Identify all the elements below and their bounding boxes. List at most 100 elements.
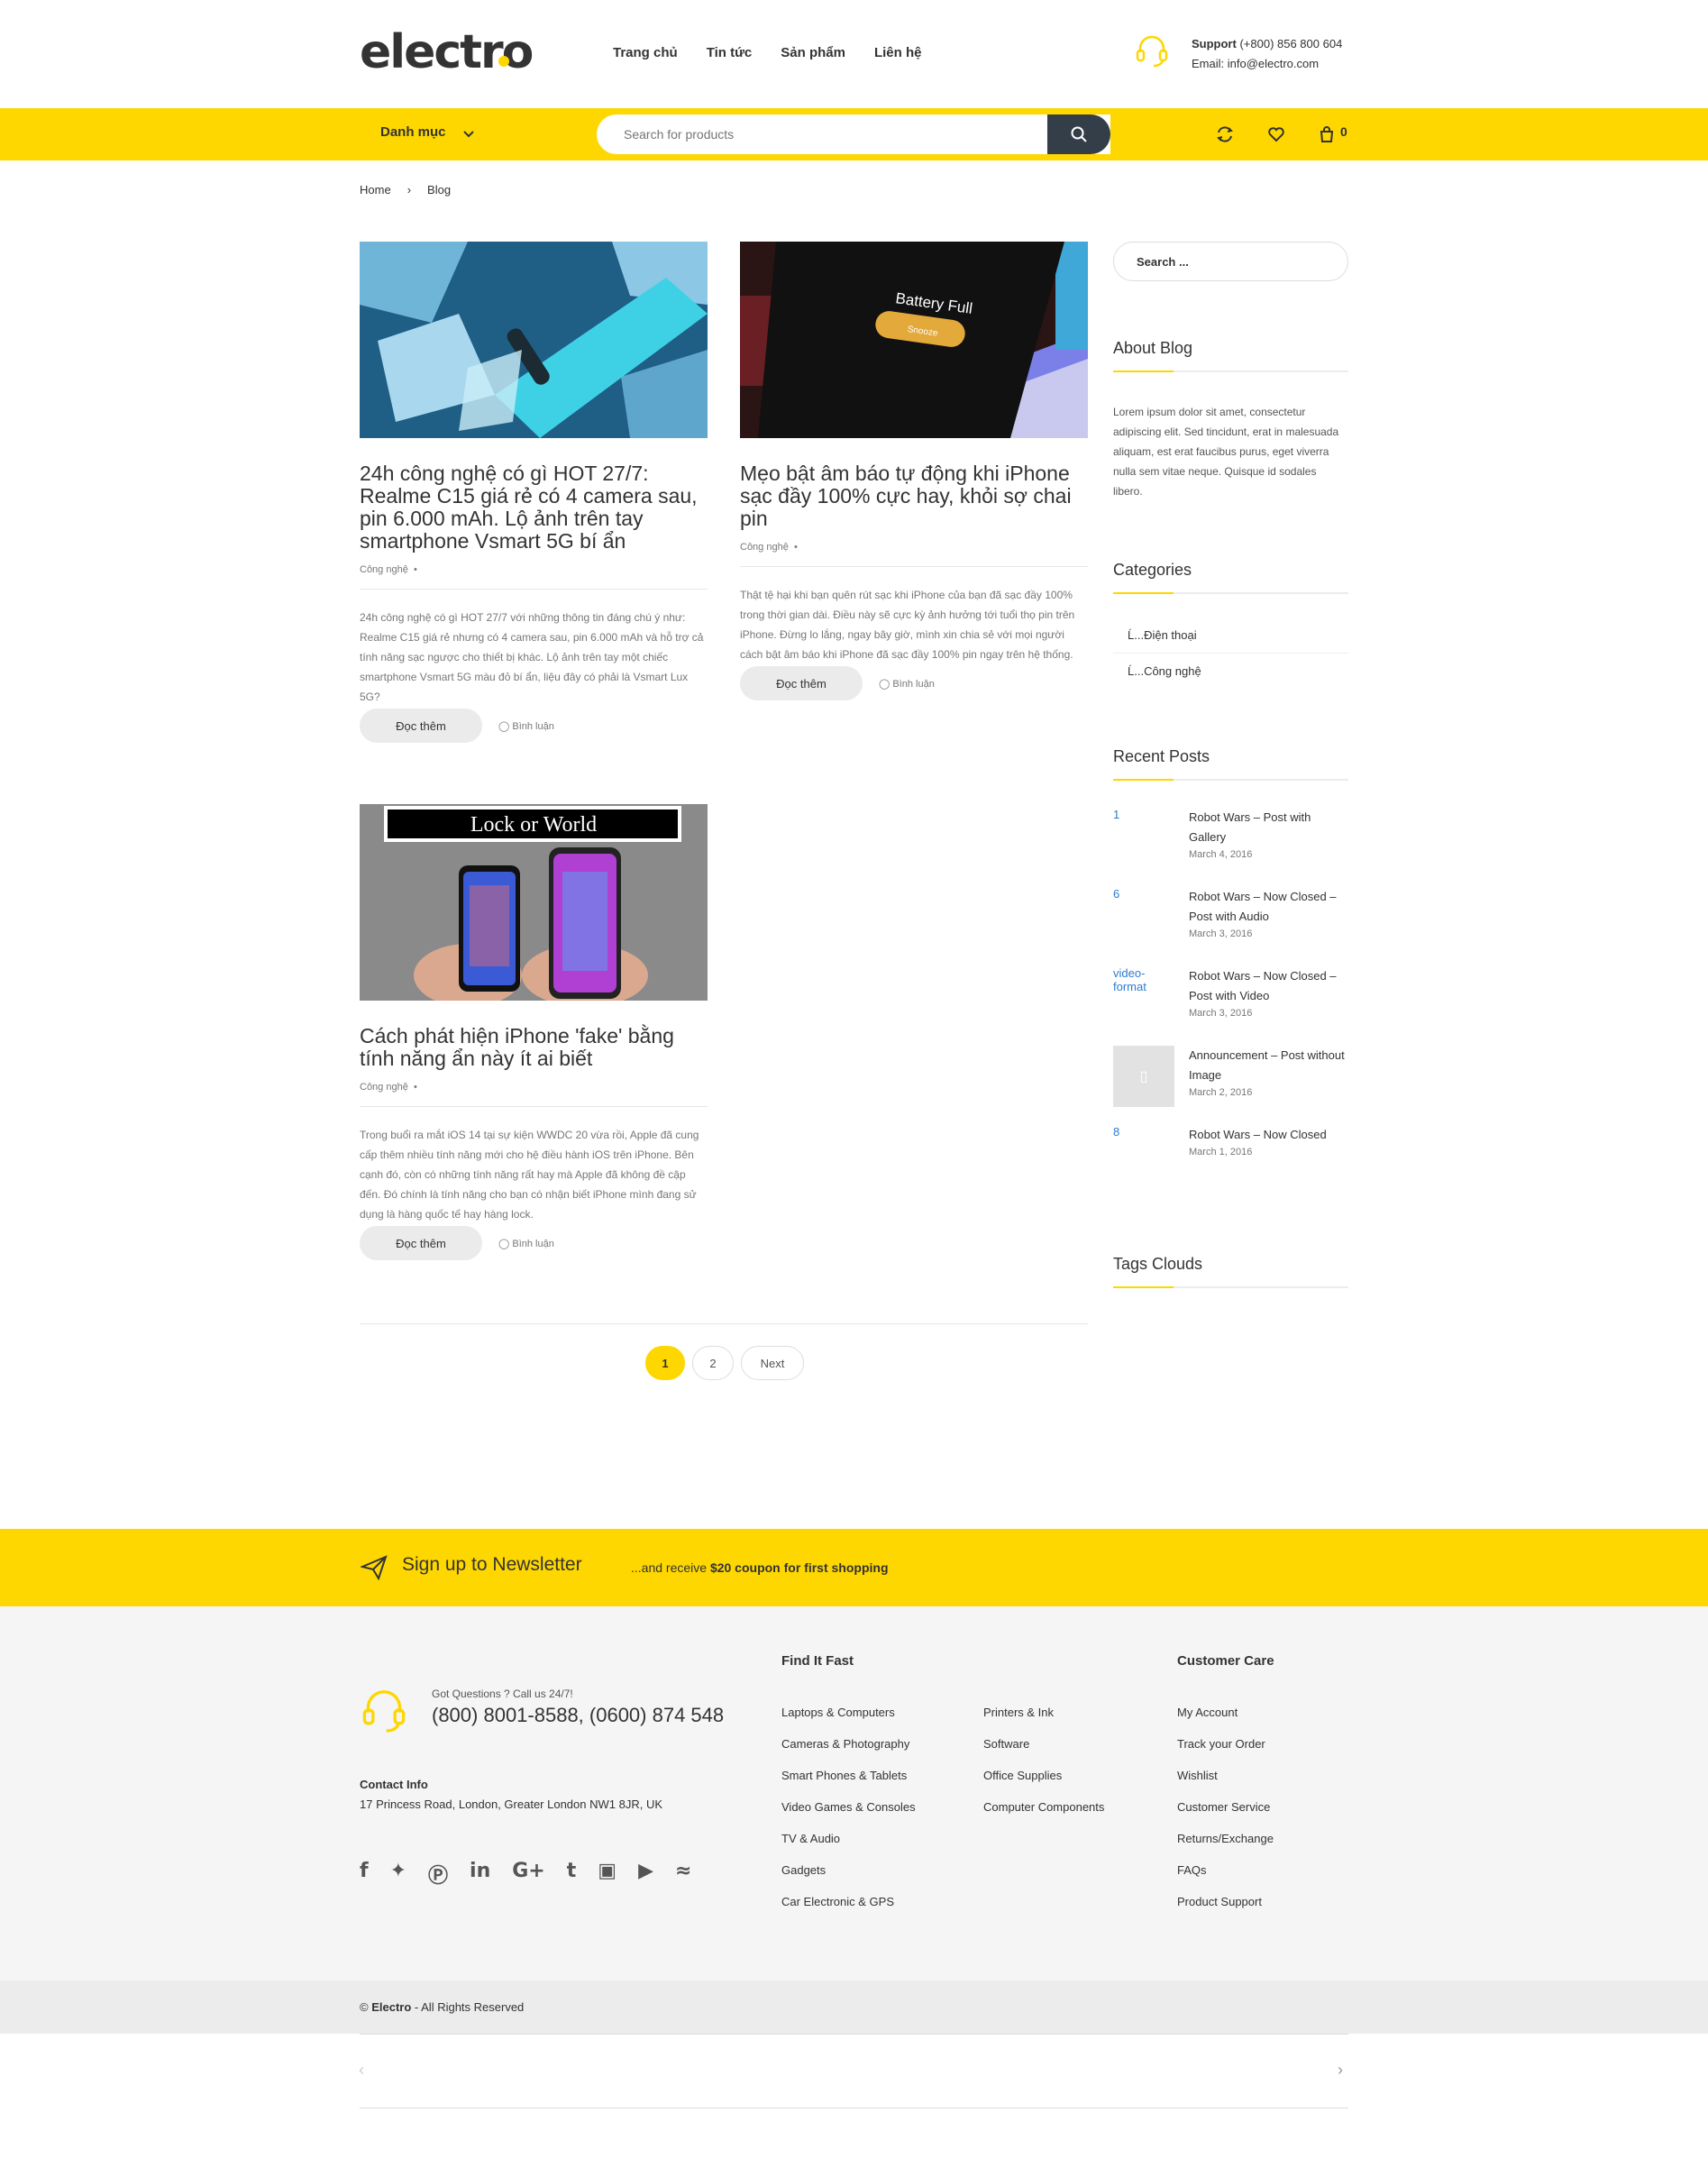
- instagram-icon[interactable]: ▣: [598, 1860, 617, 1889]
- headset-icon: [1136, 35, 1168, 68]
- recent-post-title[interactable]: Robot Wars – Now Closed – Post with Vide…: [1189, 966, 1348, 1006]
- support-email[interactable]: Email: info@electro.com: [1192, 54, 1342, 74]
- twitter-icon[interactable]: ✦: [390, 1860, 406, 1889]
- chevron-down-icon[interactable]: [461, 126, 476, 141]
- page-1[interactable]: 1: [645, 1346, 685, 1380]
- footer-link[interactable]: TV & Audio: [781, 1823, 916, 1854]
- post-title[interactable]: 24h công nghệ có gì HOT 27/7: Realme C15…: [360, 462, 708, 553]
- post-image-battery[interactable]: Battery Full Snooze: [740, 242, 1088, 438]
- copyright-rest: - All Rights Reserved: [411, 2000, 525, 2014]
- footer-link[interactable]: Wishlist: [1177, 1760, 1274, 1791]
- divider: [360, 2034, 1348, 2035]
- post-image-iphone[interactable]: Lock or World: [360, 804, 708, 1001]
- recent-post: ▯ Announcement – Post without Image March…: [1113, 1046, 1348, 1107]
- category-dropdown[interactable]: Danh mục: [380, 124, 446, 140]
- post-category[interactable]: Công nghệ: [740, 542, 789, 553]
- footer-link[interactable]: Gadgets: [781, 1854, 916, 1886]
- next-page-button[interactable]: Next: [741, 1346, 804, 1380]
- placeholder-image-icon[interactable]: ▯: [1113, 1046, 1174, 1107]
- footer-link[interactable]: FAQs: [1177, 1854, 1274, 1886]
- facebook-icon[interactable]: f: [360, 1860, 369, 1889]
- footer-link[interactable]: Printers & Ink: [983, 1697, 1104, 1728]
- footer-link[interactable]: Product Support: [1177, 1886, 1274, 1917]
- support-phone[interactable]: (+800) 856 800 604: [1239, 37, 1342, 50]
- footer-link[interactable]: Laptops & Computers: [781, 1697, 916, 1728]
- breadcrumb-home[interactable]: Home: [360, 183, 391, 197]
- footer-link[interactable]: Software: [983, 1728, 1104, 1760]
- main-nav: Trang chủ Tin tức Sản phẩm Liên hệ: [613, 45, 921, 60]
- footer-link[interactable]: Returns/Exchange: [1177, 1823, 1274, 1854]
- broken-image-icon[interactable]: video-format: [1113, 966, 1174, 1028]
- comments-link[interactable]: ◯ Bình luận: [879, 678, 935, 690]
- comment-icon: ◯: [879, 678, 891, 690]
- newsletter-offer: ...and receive $20 coupon for first shop…: [631, 1560, 889, 1575]
- copyright-text: © Electro - All Rights Reserved: [360, 2000, 524, 2014]
- compare-icon[interactable]: [1213, 123, 1237, 146]
- comments-link[interactable]: ◯ Bình luận: [498, 720, 554, 732]
- footer-link[interactable]: Customer Service: [1177, 1791, 1274, 1823]
- broken-image-icon[interactable]: 8: [1113, 1125, 1174, 1186]
- read-more-button[interactable]: Đọc thêm: [360, 709, 482, 743]
- category-item[interactable]: Ĺ...Công nghệ: [1113, 654, 1348, 689]
- nav-news[interactable]: Tin tức: [707, 45, 753, 60]
- footer-link[interactable]: Office Supplies: [983, 1760, 1104, 1791]
- footer-link[interactable]: Computer Components: [983, 1791, 1104, 1823]
- product-search-input[interactable]: [597, 114, 1110, 154]
- breadcrumb: Home › Blog: [360, 183, 451, 197]
- footer-link[interactable]: Smart Phones & Tablets: [781, 1760, 916, 1791]
- about-text: Lorem ipsum dolor sit amet, consectetur …: [1113, 406, 1339, 498]
- footer-link[interactable]: Track your Order: [1177, 1728, 1274, 1760]
- youtube-icon[interactable]: ▶: [638, 1860, 653, 1889]
- wishlist-heart-icon[interactable]: [1265, 123, 1288, 146]
- tumblr-icon[interactable]: t: [567, 1860, 577, 1889]
- recent-post-date: March 4, 2016: [1189, 849, 1253, 860]
- post-meta: Công nghệ •: [740, 542, 798, 553]
- post-title[interactable]: Cách phát hiện iPhone 'fake' bằng tính n…: [360, 1025, 708, 1070]
- contact-info-title: Contact Info: [360, 1778, 428, 1791]
- footer-phones[interactable]: (800) 8001-8588, (0600) 874 548: [432, 1704, 724, 1727]
- post-category[interactable]: Công nghệ: [360, 1082, 408, 1093]
- widget-title: Categories: [1113, 561, 1192, 579]
- copyright-bar: © Electro - All Rights Reserved: [0, 1980, 1708, 2034]
- post-category[interactable]: Công nghệ: [360, 564, 408, 575]
- broken-image-icon[interactable]: 1: [1113, 808, 1174, 869]
- cart-icon[interactable]: [1315, 123, 1338, 146]
- page-2[interactable]: 2: [692, 1346, 734, 1380]
- chevron-right-icon[interactable]: ›: [1338, 2061, 1343, 2080]
- find-it-fast-title: Find It Fast: [781, 1653, 854, 1669]
- comments-label: Bình luận: [512, 720, 554, 732]
- logo[interactable]: electro: [360, 25, 534, 79]
- category-item[interactable]: Ĺ...Điện thoại: [1113, 617, 1348, 654]
- newsletter-offer-prefix: ...and receive: [631, 1560, 710, 1575]
- chevron-left-icon[interactable]: ‹: [359, 2061, 364, 2080]
- nav-products[interactable]: Sản phẩm: [781, 45, 845, 60]
- recent-post-title[interactable]: Robot Wars – Now Closed – Post with Audi…: [1189, 887, 1348, 927]
- rss-icon[interactable]: ≈: [675, 1860, 691, 1889]
- recent-post-date: March 1, 2016: [1189, 1147, 1253, 1157]
- footer-link[interactable]: My Account: [1177, 1697, 1274, 1728]
- blog-search-input[interactable]: Search ...: [1113, 242, 1348, 281]
- read-more-button[interactable]: Đọc thêm: [360, 1226, 482, 1260]
- widget-title: About Blog: [1113, 339, 1193, 357]
- footer-link[interactable]: Car Electronic & GPS: [781, 1886, 916, 1917]
- contact-address: 17 Princess Road, London, Greater London…: [360, 1798, 663, 1811]
- nav-contact[interactable]: Liên hệ: [874, 45, 922, 60]
- recent-post-title[interactable]: Robot Wars – Now Closed: [1189, 1125, 1327, 1145]
- nav-home[interactable]: Trang chủ: [613, 45, 678, 60]
- google-plus-icon[interactable]: G+: [512, 1860, 545, 1889]
- footer-link[interactable]: Video Games & Consoles: [781, 1791, 916, 1823]
- linkedin-icon[interactable]: in: [470, 1860, 490, 1889]
- pinterest-icon[interactable]: Ⓟ: [428, 1860, 448, 1889]
- post-image-realme[interactable]: [360, 242, 708, 438]
- widget-divider: [1113, 779, 1348, 781]
- footer-link[interactable]: Cameras & Photography: [781, 1728, 916, 1760]
- recent-post-title[interactable]: Robot Wars – Post with Gallery: [1189, 808, 1348, 847]
- comments-link[interactable]: ◯ Bình luận: [498, 1238, 554, 1249]
- search-button[interactable]: [1047, 114, 1110, 154]
- post-title[interactable]: Mẹo bật âm báo tự động khi iPhone sạc đầ…: [740, 462, 1088, 530]
- recent-post-title[interactable]: Announcement – Post without Image: [1189, 1046, 1348, 1085]
- broken-image-icon[interactable]: 6: [1113, 887, 1174, 948]
- comments-label: Bình luận: [512, 1238, 554, 1249]
- read-more-button[interactable]: Đọc thêm: [740, 666, 863, 700]
- widget-divider: [1113, 370, 1348, 372]
